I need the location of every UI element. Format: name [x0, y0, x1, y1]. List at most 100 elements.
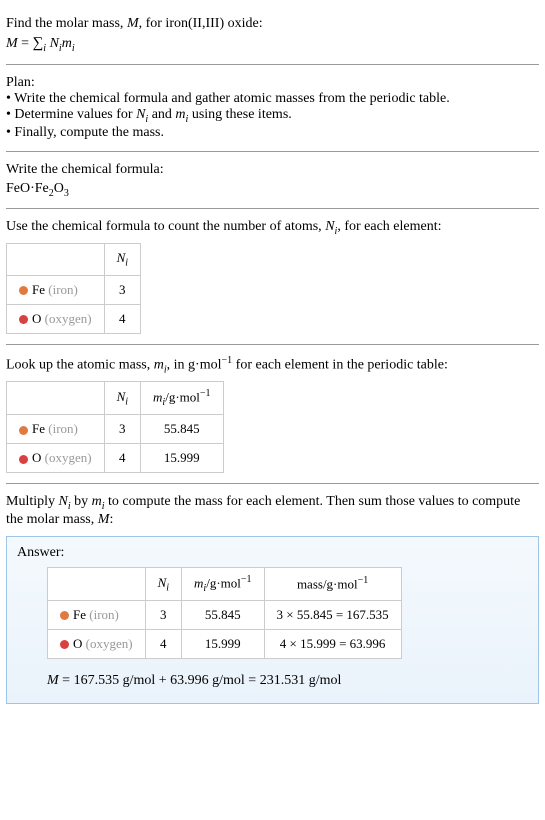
element-desc: (oxygen): [86, 636, 133, 651]
formula-m-sub: i: [72, 43, 75, 54]
answer-table: Ni mi/g·mol−1 mass/g·mol−1 Fe (iron) 3 5…: [47, 567, 402, 659]
col-element-blank: [48, 567, 146, 600]
cell-m: 55.845: [141, 415, 223, 444]
lookup-prefix: Look up the atomic mass,: [6, 357, 154, 372]
cell-element: O (oxygen): [48, 629, 146, 658]
col-m-sup: −1: [241, 574, 252, 585]
plan2-suffix: using these items.: [188, 107, 291, 122]
col-mass: mass/g·mol−1: [264, 567, 401, 600]
lookup-header: Look up the atomic mass, mi, in g·mol−1 …: [6, 355, 539, 375]
count-header: Use the chemical formula to count the nu…: [6, 219, 539, 237]
col-m: m: [153, 390, 162, 405]
col-Ni: Ni: [104, 382, 140, 415]
count-table: Ni Fe (iron) 3 O (oxygen) 4: [6, 243, 141, 334]
final-var: M: [47, 673, 59, 688]
intro-var-M: M: [127, 16, 139, 31]
col-mi: mi/g·mol−1: [182, 567, 264, 600]
intro-suffix: , for iron(II,III) oxide:: [139, 16, 263, 31]
table-header-row: Ni mi/g·mol−1 mass/g·mol−1: [48, 567, 402, 600]
element-desc: (oxygen): [45, 311, 92, 326]
formula-lhs: M: [6, 36, 18, 51]
col-mass-sup: −1: [358, 575, 369, 586]
intro-section: Find the molar mass, M, for iron(II,III)…: [6, 6, 539, 65]
element-swatch: [19, 455, 28, 464]
final-text: = 167.535 g/mol + 63.996 g/mol = 231.531…: [59, 673, 342, 688]
count-var: N: [325, 219, 334, 234]
cell-m: 15.999: [141, 444, 223, 473]
cell-element: Fe (iron): [48, 600, 146, 629]
chemical-formula: FeO·Fe2O3: [6, 181, 539, 199]
table-row: O (oxygen) 4: [7, 304, 141, 333]
final-molar-mass: M = 167.535 g/mol + 63.996 g/mol = 231.5…: [47, 673, 528, 689]
table-row: O (oxygen) 4 15.999: [7, 444, 224, 473]
sum-symbol: ∑: [33, 35, 44, 51]
element-swatch: [19, 315, 28, 324]
count-suffix: , for each element:: [337, 219, 441, 234]
table-header-row: Ni mi/g·mol−1: [7, 382, 224, 415]
answer-label: Answer:: [17, 545, 528, 561]
lookup-sup: −1: [222, 355, 233, 366]
lookup-section: Look up the atomic mass, mi, in g·mol−1 …: [6, 345, 539, 484]
lookup-suffix: for each element in the periodic table:: [232, 357, 448, 372]
element-desc: (iron): [48, 282, 78, 297]
col-Nsub: i: [125, 396, 128, 407]
element-symbol: Fe: [32, 421, 45, 436]
formula-N: N: [46, 36, 59, 51]
col-element-blank: [7, 244, 105, 276]
mult-suffix: :: [109, 512, 113, 527]
plan2-prefix: • Determine values for: [6, 107, 136, 122]
element-symbol: O: [73, 636, 82, 651]
cell-n: 3: [104, 275, 140, 304]
multiply-text: Multiply Ni by mi to compute the mass fo…: [6, 494, 539, 528]
col-mass-text: mass/g·mol: [297, 577, 358, 592]
chemical-formula-section: Write the chemical formula: FeO·Fe2O3: [6, 152, 539, 210]
cell-n: 4: [145, 629, 181, 658]
col-Nsub: i: [125, 258, 128, 269]
col-N: N: [158, 575, 167, 590]
element-swatch: [19, 426, 28, 435]
plan-item-2: • Determine values for Ni and mi using t…: [6, 107, 539, 125]
col-N: N: [117, 250, 126, 265]
mult-N: N: [59, 494, 68, 509]
answer-box: Answer: Ni mi/g·mol−1 mass/g·mol−1 Fe (i…: [6, 536, 539, 704]
col-mi: mi/g·mol−1: [141, 382, 223, 415]
cell-element: Fe (iron): [7, 415, 105, 444]
col-Nsub: i: [166, 582, 169, 593]
lookup-table: Ni mi/g·mol−1 Fe (iron) 3 55.845 O (oxyg…: [6, 381, 224, 473]
cell-mass: 4 × 15.999 = 63.996: [264, 629, 401, 658]
col-m-unit: /g·mol: [206, 575, 241, 590]
cell-n: 3: [145, 600, 181, 629]
cell-m: 55.845: [182, 600, 264, 629]
cell-n: 4: [104, 304, 140, 333]
molar-mass-formula: M = ∑i Nimi: [6, 35, 539, 54]
cell-n: 4: [104, 444, 140, 473]
element-symbol: O: [32, 311, 41, 326]
chem-sub2: 3: [64, 187, 69, 198]
plan2-mid: and: [148, 107, 175, 122]
cell-n: 3: [104, 415, 140, 444]
cell-element: Fe (iron): [7, 275, 105, 304]
mult-by: by: [71, 494, 92, 509]
formula-eq: =: [18, 36, 33, 51]
table-row: Fe (iron) 3 55.845: [7, 415, 224, 444]
cell-element: O (oxygen): [7, 304, 105, 333]
element-swatch: [19, 286, 28, 295]
chem-pre: FeO·Fe: [6, 181, 49, 196]
plan2-m: m: [175, 107, 185, 122]
plan-item-3: • Finally, compute the mass.: [6, 125, 539, 141]
cell-m: 15.999: [182, 629, 264, 658]
count-prefix: Use the chemical formula to count the nu…: [6, 219, 325, 234]
plan-section: Plan: • Write the chemical formula and g…: [6, 65, 539, 152]
element-symbol: Fe: [32, 282, 45, 297]
plan-item-1: • Write the chemical formula and gather …: [6, 91, 539, 107]
mult-M: M: [98, 512, 110, 527]
element-symbol: O: [32, 450, 41, 465]
multiply-section: Multiply Ni by mi to compute the mass fo…: [6, 484, 539, 714]
col-Ni: Ni: [104, 244, 140, 276]
element-swatch: [60, 611, 69, 620]
lookup-mid: , in g·mol: [167, 357, 222, 372]
chem-header: Write the chemical formula:: [6, 162, 539, 178]
lookup-var: m: [154, 357, 164, 372]
intro-prefix: Find the molar mass,: [6, 16, 127, 31]
count-section: Use the chemical formula to count the nu…: [6, 209, 539, 344]
